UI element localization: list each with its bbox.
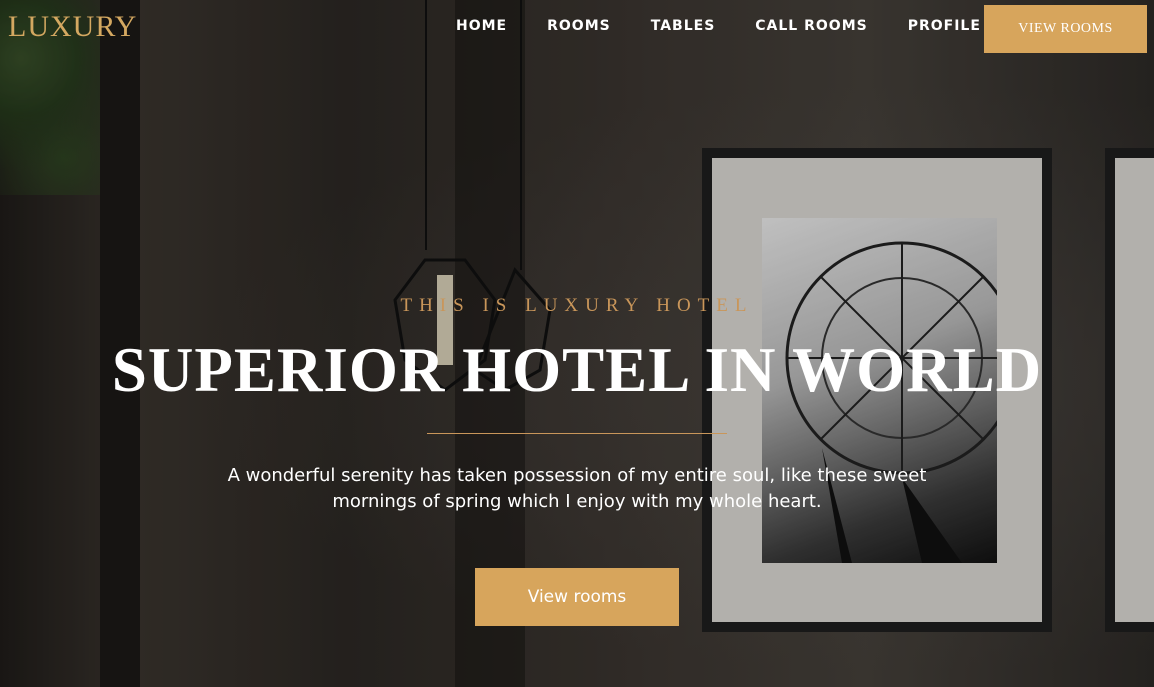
hero-subtitle: A wonderful serenity has taken possessio… bbox=[227, 465, 927, 512]
site-header: LUXURY HOME ROOMS TABLES CALL ROOMS PROF… bbox=[0, 0, 1154, 58]
site-logo[interactable]: LUXURY bbox=[8, 10, 137, 44]
nav-item-call-rooms[interactable]: CALL ROOMS bbox=[755, 18, 867, 34]
hero-headline: SUPERIOR HOTEL IN WORLD bbox=[111, 335, 1043, 405]
nav-item-rooms[interactable]: ROOMS bbox=[547, 18, 611, 34]
nav-item-profile[interactable]: PROFILE bbox=[908, 18, 981, 34]
nav-item-home[interactable]: HOME bbox=[456, 18, 507, 34]
hero-divider bbox=[427, 433, 727, 434]
view-rooms-header-button[interactable]: VIEW ROOMS bbox=[984, 5, 1147, 53]
hero-eyebrow: THIS IS LUXURY HOTEL bbox=[400, 295, 754, 316]
nav-item-tables[interactable]: TABLES bbox=[651, 18, 716, 34]
hero-section: THIS IS LUXURY HOTEL SUPERIOR HOTEL IN W… bbox=[0, 0, 1154, 687]
main-nav: HOME ROOMS TABLES CALL ROOMS PROFILE bbox=[456, 18, 1021, 34]
view-rooms-button[interactable]: View rooms bbox=[475, 568, 679, 626]
